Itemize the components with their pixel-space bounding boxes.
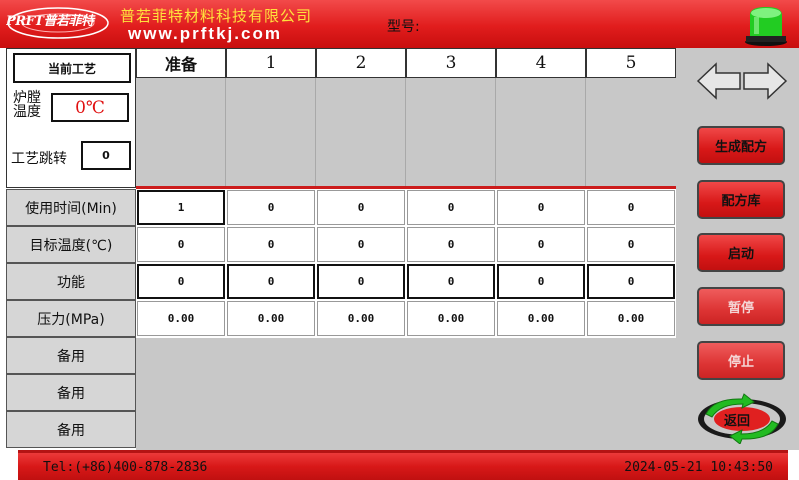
stop-button[interactable]: 停止	[697, 341, 785, 380]
empty-grid-area	[136, 338, 676, 450]
param-cell[interactable]: 0	[227, 190, 315, 225]
footer-phone: Tel:(+86)400-878-2836	[43, 460, 208, 475]
param-cell[interactable]: 1	[137, 190, 225, 225]
param-cell[interactable]: 0.00	[227, 301, 315, 336]
chart-baseline	[136, 186, 676, 189]
param-cell[interactable]: 0	[587, 264, 675, 299]
furnace-temp-label: 炉膛 温度	[13, 91, 41, 119]
chart-divider	[495, 78, 496, 186]
chart-divider	[315, 78, 316, 186]
row-label: 备用	[6, 411, 136, 448]
step-header-5: 5	[586, 48, 676, 78]
param-cell[interactable]: 0	[137, 227, 225, 262]
model-label: 型号:	[387, 19, 420, 35]
step-header-4: 4	[496, 48, 586, 78]
param-cell[interactable]: 0	[227, 227, 315, 262]
step-header-0: 准备	[136, 48, 226, 78]
row-label: 使用时间(Min)	[6, 189, 136, 226]
param-cell[interactable]: 0	[317, 227, 405, 262]
param-cell[interactable]: 0	[497, 264, 585, 299]
company-website: www.prftkj.com	[128, 24, 282, 43]
recipe-library-button[interactable]: 配方库	[697, 180, 785, 219]
param-cell[interactable]: 0.00	[497, 301, 585, 336]
process-curve-area	[136, 78, 676, 186]
row-label: 目标温度(℃)	[6, 226, 136, 263]
param-cell[interactable]: 0.00	[137, 301, 225, 336]
process-jump-input[interactable]: 0	[81, 141, 131, 170]
param-cell[interactable]: 0	[587, 227, 675, 262]
param-cell[interactable]: 0	[407, 264, 495, 299]
chart-divider	[405, 78, 406, 186]
footer-bar: Tel:(+86)400-878-2836 2024-05-21 10:43:5…	[18, 450, 788, 480]
process-info-box: 当前工艺 炉膛 温度 0℃ 工艺跳转 0	[6, 48, 136, 188]
current-process-label: 当前工艺	[13, 53, 131, 83]
step-header-3: 3	[406, 48, 496, 78]
row-label: 备用	[6, 337, 136, 374]
param-cell[interactable]: 0	[407, 190, 495, 225]
next-arrow-icon[interactable]	[743, 62, 788, 100]
furnace-temp-value: 0℃	[51, 93, 129, 122]
prev-arrow-icon[interactable]	[696, 62, 741, 100]
param-cell[interactable]: 0.00	[317, 301, 405, 336]
param-cell[interactable]: 0	[497, 190, 585, 225]
process-jump-label: 工艺跳转	[11, 151, 67, 167]
row-label: 备用	[6, 374, 136, 411]
param-cell[interactable]: 0	[317, 190, 405, 225]
generate-recipe-button[interactable]: 生成配方	[697, 126, 785, 165]
company-name: 普若菲特材料科技有限公司	[120, 7, 313, 25]
chart-divider	[585, 78, 586, 186]
step-header-2: 2	[316, 48, 406, 78]
step-header-1: 1	[226, 48, 316, 78]
furnace-label-line-1: 炉膛	[13, 90, 41, 106]
chart-divider	[225, 78, 226, 186]
param-cell[interactable]: 0	[137, 264, 225, 299]
param-cell[interactable]: 0	[227, 264, 315, 299]
start-button[interactable]: 启动	[697, 233, 785, 272]
logo-text: PRFT普若菲特	[6, 14, 94, 26]
row-label: 压力(MPa)	[6, 300, 136, 337]
row-label: 功能	[6, 263, 136, 300]
header-bar: PRFT普若菲特 普若菲特材料科技有限公司 www.prftkj.com 型号:	[0, 0, 799, 48]
pause-button[interactable]: 暂停	[697, 287, 785, 326]
back-button-label[interactable]: 返回	[724, 410, 750, 429]
footer-datetime: 2024-05-21 10:43:50	[624, 460, 773, 475]
param-cell[interactable]: 0	[317, 264, 405, 299]
param-cell[interactable]: 0	[587, 190, 675, 225]
furnace-label-line-2: 温度	[13, 104, 41, 120]
param-cell[interactable]: 0	[497, 227, 585, 262]
param-cell[interactable]: 0	[407, 227, 495, 262]
param-cell[interactable]: 0.00	[407, 301, 495, 336]
status-lamp-icon	[745, 7, 787, 46]
page-arrows	[696, 62, 788, 100]
param-cell[interactable]: 0.00	[587, 301, 675, 336]
